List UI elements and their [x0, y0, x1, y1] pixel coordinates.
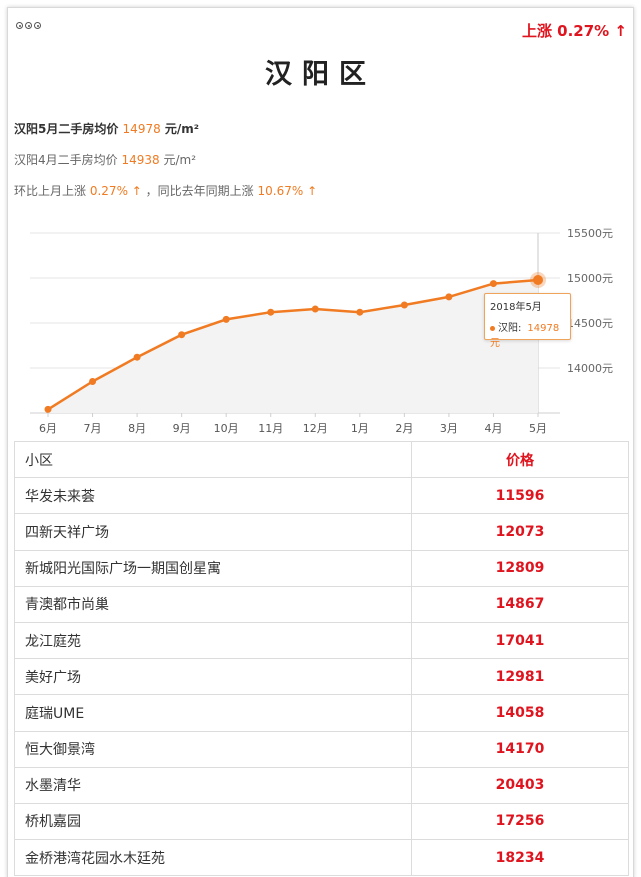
- table-row[interactable]: 庭瑞UME 14058: [14, 694, 629, 732]
- page-title: 汉阳区: [265, 59, 376, 90]
- chart-tooltip: 2018年5月 汉阳: 14978元: [484, 293, 571, 349]
- data-point: [44, 405, 52, 413]
- y-tick-label: 15000元: [567, 272, 613, 285]
- table-row[interactable]: 青澳都市尚巢 14867: [14, 585, 629, 623]
- data-point: [445, 293, 453, 301]
- yoy-change: 10.67% ↑: [257, 184, 318, 198]
- community-name: 美好广场: [14, 658, 412, 696]
- price-table: 小区 价格 华发未来荟 11596 四新天祥广场 12073 新城阳光国际广场一期国创星…: [14, 440, 629, 877]
- community-price: 17256: [411, 802, 629, 841]
- community-price: 12073: [411, 513, 629, 551]
- table-row[interactable]: 新城阳光国际广场一期国创星寓 12809: [14, 549, 629, 587]
- x-tick-label: 10月: [214, 422, 239, 435]
- community-price: 12809: [411, 549, 629, 587]
- community-price: 20403: [411, 766, 629, 804]
- y-tick-label: 14500元: [567, 317, 613, 330]
- community-price: 14170: [411, 730, 629, 768]
- community-name: 庭瑞UME: [14, 694, 412, 732]
- data-point: [311, 305, 319, 313]
- tooltip-date: 2018年5月: [490, 302, 542, 313]
- table-row[interactable]: 华发未来荟 11596: [14, 477, 629, 515]
- y-tick-label: 14000元: [567, 362, 613, 375]
- x-tick-label: 4月: [484, 422, 502, 435]
- compare-prefix: 环比上月上涨: [14, 184, 87, 198]
- community-name: 恒大御景湾: [14, 730, 412, 768]
- prev-price-line: 汉阳4月二手房均价 14938 元/m²: [14, 151, 196, 168]
- community-name: 金桥港湾花园水木廷苑: [14, 839, 412, 877]
- community-name: 水墨清华: [14, 766, 412, 804]
- data-point: [133, 353, 141, 361]
- data-point: [489, 280, 497, 288]
- x-tick-label: 5月: [529, 422, 547, 435]
- report-card: 上涨 0.27% ↑ 汉阳区 汉阳5月二手房均价 14978 元/m² 汉阳4月…: [7, 7, 634, 877]
- x-tick-label: 11月: [258, 422, 283, 435]
- current-price-value: 14978: [122, 122, 161, 136]
- community-price: 12981: [411, 658, 629, 696]
- community-name: 桥机嘉园: [14, 802, 412, 841]
- community-price: 14058: [411, 694, 629, 732]
- data-point: [89, 378, 97, 385]
- data-point: [178, 331, 186, 339]
- mom-change: 0.27% ↑: [89, 184, 142, 198]
- data-point: [400, 301, 408, 309]
- table-body: 华发未来荟 11596 四新天祥广场 12073 新城阳光国际广场一期国创星寓 12809…: [14, 477, 629, 877]
- compare-mid: ，同比去年同期上涨: [145, 184, 254, 198]
- data-point: [267, 308, 275, 316]
- current-price-line: 汉阳5月二手房均价 14978 元/m²: [14, 120, 199, 137]
- current-price-unit: 元/m²: [164, 122, 200, 136]
- community-name: 青澳都市尚巢: [14, 585, 412, 623]
- data-point: [533, 274, 543, 285]
- x-tick-label: 8月: [128, 422, 146, 435]
- x-tick-label: 2月: [395, 422, 413, 435]
- x-tick-label: 12月: [303, 422, 328, 435]
- tooltip-series-dot: [490, 325, 495, 331]
- tooltip-series: 汉阳:: [498, 323, 522, 334]
- table-row[interactable]: 桥机嘉园 17256: [14, 802, 629, 841]
- column-header-community: 小区: [14, 440, 412, 479]
- community-name: 龙江庭苑: [14, 621, 412, 660]
- table-row[interactable]: 龙江庭苑 17041: [14, 621, 629, 660]
- data-point: [222, 315, 230, 323]
- change-badge: 上涨 0.27% ↑: [521, 22, 627, 40]
- more-icon[interactable]: [16, 22, 41, 29]
- community-name: 四新天祥广场: [14, 513, 412, 551]
- community-name: 华发未来荟: [14, 477, 412, 515]
- x-tick-label: 9月: [173, 422, 191, 435]
- prev-price-unit: 元/m²: [163, 153, 197, 167]
- table-header-row: 小区 价格: [14, 440, 629, 479]
- table-row[interactable]: 四新天祥广场 12073: [14, 513, 629, 551]
- price-trend-chart: 14000元 14500元 15000元 15500元 6月 7月 8月 9月 10月 11月 12…: [8, 213, 635, 438]
- comparison-line: 环比上月上涨 0.27% ↑ ，同比去年同期上涨 10.67% ↑: [14, 182, 317, 199]
- prev-price-label: 汉阳4月二手房均价: [14, 153, 118, 167]
- table-row[interactable]: 金桥港湾花园水木廷苑 18234: [14, 839, 629, 877]
- x-tick-label: 7月: [84, 422, 102, 435]
- series-area: [48, 279, 538, 413]
- community-name: 新城阳光国际广场一期国创星寓: [14, 549, 412, 587]
- prev-price-value: 14938: [121, 153, 160, 167]
- x-tick-label: 1月: [351, 422, 369, 435]
- x-tick-label: 3月: [440, 422, 458, 435]
- community-price: 17041: [411, 621, 629, 660]
- data-point: [356, 308, 364, 316]
- y-tick-label: 15500元: [567, 227, 613, 240]
- table-row[interactable]: 水墨清华 20403: [14, 766, 629, 804]
- community-price: 11596: [411, 477, 629, 515]
- current-price-label: 汉阳5月二手房均价: [14, 122, 119, 136]
- community-price: 14867: [411, 585, 629, 623]
- x-tick-label: 6月: [39, 422, 57, 435]
- column-header-price: 价格: [411, 440, 629, 479]
- table-row[interactable]: 美好广场 12981: [14, 658, 629, 696]
- community-price: 18234: [411, 839, 629, 877]
- table-row[interactable]: 恒大御景湾 14170: [14, 730, 629, 768]
